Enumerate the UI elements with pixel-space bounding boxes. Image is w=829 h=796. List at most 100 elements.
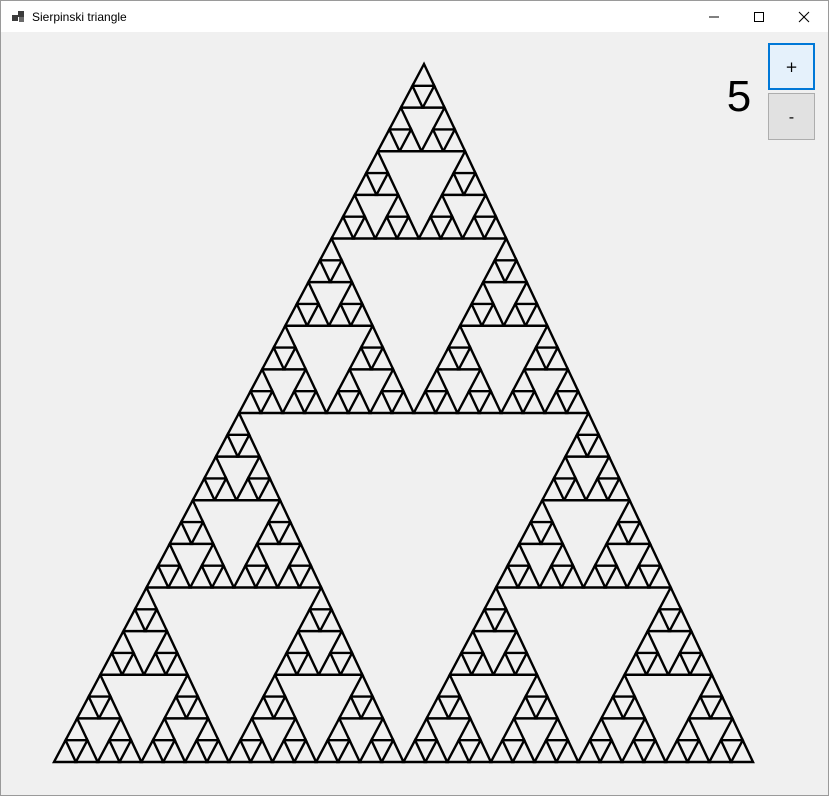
triangle-segment	[287, 541, 313, 567]
triangle-segment	[389, 388, 416, 415]
triangle-segment	[121, 606, 148, 633]
triangle-segment	[317, 606, 344, 633]
triangle-segment	[369, 344, 396, 371]
triangle-segment	[120, 650, 146, 676]
triangle-segment	[260, 344, 286, 371]
triangle-segment	[314, 737, 340, 764]
triangle-segment	[434, 344, 461, 371]
triangle-segment	[488, 737, 515, 764]
triangle-segment	[161, 737, 187, 764]
triangle-segment	[540, 475, 566, 502]
triangle-segment	[212, 475, 239, 502]
triangle-segment	[359, 323, 385, 349]
triangle-segment	[685, 737, 712, 764]
triangle-segment	[698, 672, 725, 698]
triangle-segment	[551, 453, 578, 480]
triangle-segment	[625, 563, 651, 589]
triangle-segment	[248, 366, 275, 393]
triangle-segment	[522, 344, 548, 371]
maximize-button[interactable]	[736, 1, 782, 32]
triangle-segment	[708, 693, 735, 720]
triangle-segment	[554, 366, 581, 393]
triangle-segment	[469, 650, 496, 676]
triangle-segment	[619, 737, 646, 764]
close-icon	[798, 11, 810, 23]
triangle-segment	[532, 737, 559, 764]
triangle-segment	[542, 388, 569, 415]
triangle-segment	[297, 563, 324, 589]
app-icon	[12, 10, 25, 23]
triangle-segment	[141, 650, 168, 676]
close-button[interactable]	[781, 1, 827, 32]
triangle-segment	[364, 148, 390, 175]
triangle-segment	[317, 235, 344, 262]
triangle-segment	[174, 672, 200, 698]
triangle-segment	[574, 410, 601, 437]
triangle-segment	[441, 126, 468, 153]
triangle-segment	[347, 344, 374, 371]
triangle-segment	[52, 737, 78, 764]
sierpinski-canvas	[52, 61, 755, 764]
triangle-segment	[603, 563, 629, 589]
triangle-segment	[502, 257, 529, 284]
triangle-segment	[351, 214, 378, 240]
triangle-segment	[98, 650, 124, 676]
triangle-segment	[379, 737, 406, 764]
triangle-segment	[510, 737, 537, 764]
triangle-segment	[411, 388, 438, 415]
triangle-segment	[467, 737, 493, 764]
triangle-segment	[374, 170, 401, 197]
triangle-segment	[109, 628, 136, 655]
triangle-segment	[246, 453, 272, 480]
triangle-segment	[482, 584, 509, 611]
triangle-segment	[162, 693, 189, 720]
triangle-segment	[626, 519, 653, 546]
triangle-segment	[202, 453, 229, 480]
minimize-button[interactable]	[691, 1, 737, 32]
triangle-segment	[188, 563, 214, 589]
triangle-segment	[270, 737, 297, 764]
decrease-level-button[interactable]: -	[768, 93, 815, 140]
triangle-segment	[587, 715, 614, 742]
triangle-segment	[335, 366, 362, 393]
increase-level-button[interactable]: +	[768, 43, 815, 90]
triangle-segment	[294, 279, 321, 306]
triangle-segment	[501, 301, 528, 327]
triangle-segment	[190, 475, 217, 502]
triangle-segment	[156, 541, 182, 567]
triangle-segment	[213, 432, 240, 458]
triangle-segment	[63, 715, 90, 742]
triangle-segment	[492, 235, 519, 262]
triangle-segment	[292, 366, 318, 393]
triangle-segment	[302, 388, 329, 415]
triangle-segment	[631, 715, 658, 742]
title-bar[interactable]: Sierpinski triangle	[1, 1, 828, 32]
triangle-segment	[387, 104, 414, 131]
triangle-segment	[621, 693, 647, 720]
triangle-segment	[235, 432, 262, 458]
triangle-segment	[538, 519, 565, 546]
triangle-segment	[544, 715, 570, 742]
triangle-segment	[384, 192, 411, 218]
triangle-segment	[491, 650, 518, 676]
triangle-segment	[686, 693, 713, 720]
triangle-segment	[707, 737, 734, 764]
triangle-segment	[325, 715, 352, 742]
triangle-segment	[505, 541, 532, 567]
triangle-segment	[348, 301, 375, 327]
triangle-segment	[243, 541, 270, 567]
triangle-segment	[117, 737, 144, 764]
triangle-segment	[554, 737, 581, 764]
triangle-segment	[564, 388, 591, 415]
triangle-segment	[292, 737, 319, 764]
triangle-segment	[513, 650, 540, 676]
app-window: Sierpinski triangle 5 + -	[0, 0, 829, 796]
triangle-segment	[271, 323, 298, 349]
triangle-segment	[255, 519, 281, 546]
triangle-segment	[283, 301, 309, 327]
triangle-segment	[467, 366, 493, 393]
triangle-segment	[234, 475, 261, 502]
triangle-segment	[456, 344, 483, 371]
triangle-segment	[510, 366, 537, 393]
triangle-segment	[410, 61, 437, 88]
